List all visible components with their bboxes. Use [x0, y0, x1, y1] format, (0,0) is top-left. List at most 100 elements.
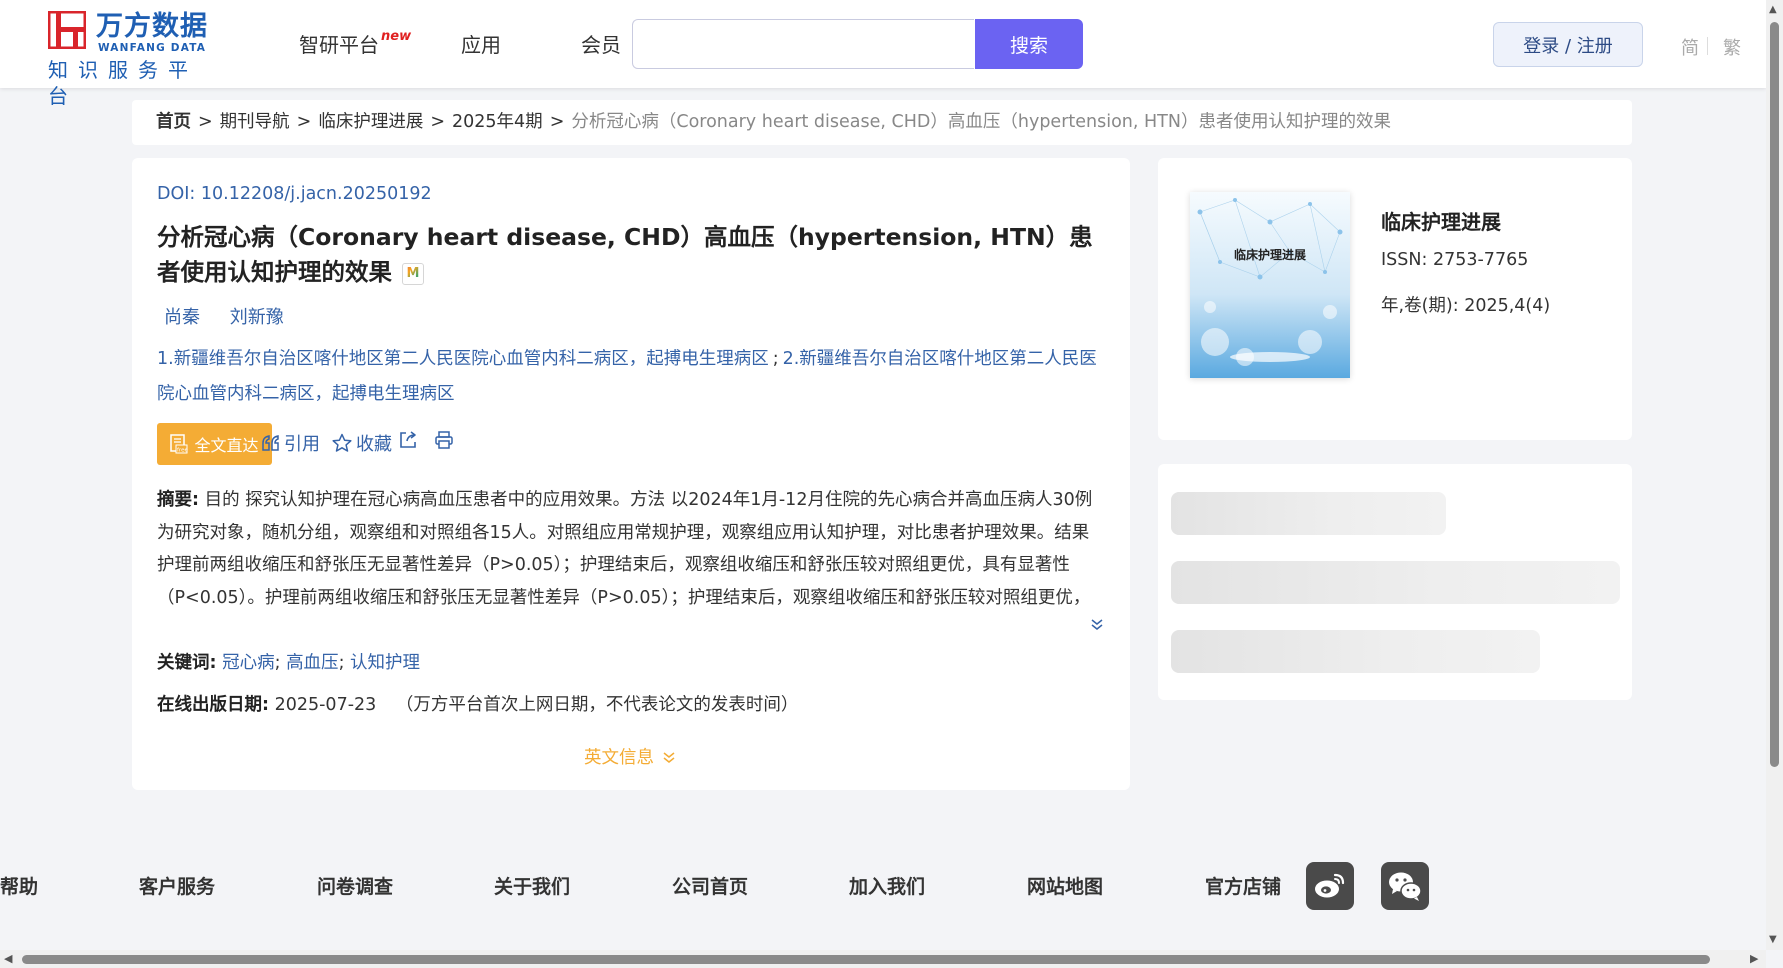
- article-title: 分析冠心病（Coronary heart disease, CHD）高血压（hy…: [157, 220, 1097, 290]
- breadcrumb-separator: >: [296, 112, 312, 132]
- lang-simplified[interactable]: 简: [1681, 34, 1699, 60]
- cite-button[interactable]: 引用: [262, 430, 320, 456]
- author-link[interactable]: 刘新豫: [230, 307, 284, 328]
- skeleton-bar: [1171, 561, 1620, 604]
- breadcrumb-current: 分析冠心病（Coronary heart disease, CHD）高血压（hy…: [571, 112, 1391, 132]
- abstract-text: 目的 探究认知护理在冠心病高血压患者中的应用效果。方法 以2024年1月-12月…: [157, 490, 1093, 608]
- author-link[interactable]: 尚秦: [164, 307, 200, 328]
- author-list: 尚秦 刘新豫: [164, 303, 308, 329]
- footer: 帮助 客户服务 问卷调查 关于我们 公司首页 加入我们 网站地图 官方店铺: [0, 820, 1766, 950]
- logo-mark-icon: [48, 11, 86, 49]
- breadcrumb: 首页 > 期刊导航 > 临床护理进展 >2025年4期 > 分析冠心病（Coronary he…: [132, 100, 1632, 145]
- breadcrumb-journal-nav[interactable]: 期刊导航: [220, 112, 290, 132]
- skeleton-bar: [1171, 630, 1540, 673]
- pubdate-note: （万方平台首次上网日期，不代表论文的发表时间）: [395, 695, 799, 715]
- print-icon: [435, 431, 453, 449]
- footer-link-sitemap[interactable]: 网站地图: [1027, 872, 1103, 899]
- nav-apps[interactable]: 应用: [461, 31, 501, 59]
- chevron-down-icon: [663, 751, 675, 763]
- affiliations: 1.新疆维吾尔自治区喀什地区第二人民医院心血管内科二病区，起搏电生理病区; 2.新…: [157, 342, 1107, 412]
- cover-art: [1190, 192, 1350, 378]
- doi-link[interactable]: 10.12208/j.jacn.20250192: [201, 184, 432, 204]
- affiliation-separator: ;: [772, 349, 779, 369]
- english-info-toggle[interactable]: 英文信息: [584, 744, 676, 769]
- keyword-link[interactable]: 冠心病: [222, 653, 275, 673]
- search-button[interactable]: 搜索: [975, 19, 1083, 69]
- scroll-down-arrow-icon[interactable]: ▼: [1769, 934, 1777, 946]
- keyword-link[interactable]: 认知护理: [350, 653, 420, 673]
- abstract-label: 摘要:: [157, 490, 199, 510]
- print-button[interactable]: [434, 430, 454, 450]
- weibo-icon[interactable]: [1306, 862, 1354, 910]
- wanfang-logo[interactable]: 万方数据 WANFANG DATA 知识服务平台: [48, 9, 218, 108]
- volume-value: 2025,4(4): [1464, 296, 1551, 316]
- breadcrumb-home[interactable]: 首页: [156, 112, 191, 132]
- pubdate-label: 在线出版日期:: [157, 695, 269, 715]
- fulltext-label: 全文直达: [194, 436, 259, 455]
- free-document-icon: free: [170, 434, 188, 454]
- vertical-scroll-thumb[interactable]: [1770, 22, 1779, 767]
- footer-link-official-store[interactable]: 官方店铺: [1205, 872, 1281, 899]
- keywords-label: 关键词:: [157, 653, 217, 673]
- keywords: 关键词: 冠心病; 高血压; 认知护理: [157, 649, 420, 674]
- expand-abstract-icon[interactable]: [1090, 618, 1104, 632]
- breadcrumb-separator: >: [549, 112, 565, 132]
- share-button[interactable]: [398, 430, 418, 450]
- vertical-scrollbar[interactable]: ▲ ▼: [1766, 0, 1783, 950]
- issn-label: ISSN:: [1381, 250, 1428, 270]
- english-info-label: 英文信息: [584, 748, 654, 768]
- footer-link-careers[interactable]: 加入我们: [849, 872, 925, 899]
- footer-link-customer-service[interactable]: 客户服务: [139, 872, 215, 899]
- article-card: DOI: 10.12208/j.jacn.20250192 分析冠心病（Coro…: [132, 158, 1130, 790]
- breadcrumb-issue[interactable]: 2025年4期: [452, 112, 543, 132]
- lang-divider: [1707, 37, 1708, 55]
- scroll-up-arrow-icon[interactable]: ▲: [1769, 4, 1777, 16]
- horizontal-scrollbar[interactable]: ◀ ▶: [0, 950, 1766, 968]
- doi-label: DOI:: [157, 184, 196, 204]
- issn-value: 2753-7765: [1432, 250, 1529, 270]
- nav-label: 智研平台: [299, 33, 379, 57]
- search-input[interactable]: [632, 19, 974, 69]
- logo-text-cn: 万方数据: [96, 11, 208, 42]
- pubdate-value: 2025-07-23: [274, 695, 377, 715]
- star-icon: [332, 433, 352, 452]
- lang-traditional[interactable]: 繁: [1723, 34, 1741, 60]
- horizontal-scroll-thumb[interactable]: [22, 955, 1710, 964]
- abstract: 摘要: 目的 探究认知护理在冠心病高血压患者中的应用效果。方法 以2024年1月…: [157, 484, 1107, 614]
- journal-name[interactable]: 临床护理进展: [1381, 206, 1501, 235]
- nav-membership[interactable]: 会员: [581, 31, 621, 59]
- favorite-button[interactable]: 收藏: [332, 430, 392, 456]
- article-title-text: 分析冠心病（Coronary heart disease, CHD）高血压（hy…: [157, 223, 1093, 286]
- affiliation-link[interactable]: 1.新疆维吾尔自治区喀什地区第二人民医院心血管内科二病区，起搏电生理病区: [157, 349, 769, 369]
- scroll-right-arrow-icon[interactable]: ▶: [1750, 952, 1758, 965]
- top-header: 万方数据 WANFANG DATA 知识服务平台 智研平台 new 应用 会员 …: [0, 0, 1766, 108]
- wechat-icon[interactable]: [1381, 862, 1429, 910]
- doi: DOI: 10.12208/j.jacn.20250192: [157, 184, 432, 204]
- journal-cover[interactable]: 临床护理进展: [1190, 192, 1350, 378]
- cite-label: 引用: [284, 434, 320, 455]
- scroll-left-arrow-icon[interactable]: ◀: [4, 952, 12, 965]
- breadcrumb-separator: >: [198, 112, 213, 132]
- breadcrumb-journal[interactable]: 临床护理进展: [318, 112, 423, 132]
- skeleton-bar: [1171, 492, 1446, 535]
- footer-link-company[interactable]: 公司首页: [672, 872, 748, 899]
- svg-text:free: free: [177, 448, 188, 454]
- fulltext-button[interactable]: free 全文直达: [157, 423, 272, 465]
- journal-issn: ISSN: 2753-7765: [1381, 250, 1528, 270]
- volume-label: 年,卷(期):: [1381, 296, 1459, 316]
- footer-link-help[interactable]: 帮助: [0, 872, 38, 899]
- weibo-glyph-icon: [1315, 873, 1345, 898]
- keyword-link[interactable]: 高血压: [286, 653, 339, 673]
- footer-link-about[interactable]: 关于我们: [494, 872, 570, 899]
- footer-link-survey[interactable]: 问卷调查: [317, 872, 393, 899]
- journal-info-card: 临床护理进展 临床护理进展 ISSN: 2753-7765 年,卷(期): 20…: [1158, 158, 1632, 440]
- login-register-button[interactable]: 登录 / 注册: [1493, 22, 1643, 67]
- keyword-separator: ;: [338, 653, 345, 673]
- keyword-separator: ;: [274, 653, 281, 673]
- quote-icon: [262, 435, 279, 451]
- cover-title: 临床护理进展: [1233, 248, 1306, 262]
- nav-zhiyan-platform[interactable]: 智研平台 new: [299, 29, 411, 59]
- breadcrumb-separator: >: [430, 112, 446, 132]
- m-badge-icon[interactable]: M: [402, 263, 424, 285]
- new-badge: new: [381, 29, 412, 44]
